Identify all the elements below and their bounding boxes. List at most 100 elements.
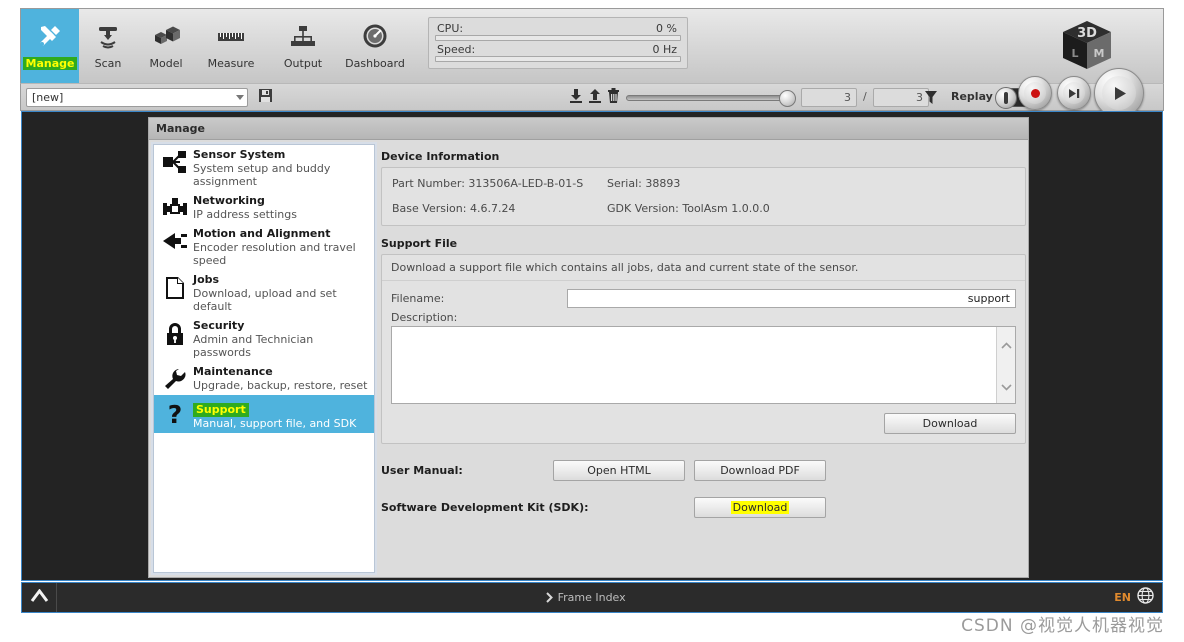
support-download-button[interactable]: Download xyxy=(884,413,1016,434)
frame-actions xyxy=(569,88,620,103)
cpu-gauge-label: CPU: xyxy=(437,22,464,35)
lock-icon xyxy=(160,319,190,359)
tab-manage[interactable]: Manage xyxy=(21,9,79,84)
svg-text:3D: 3D xyxy=(1077,26,1097,41)
step-forward-icon xyxy=(1063,82,1085,104)
replay-label: Replay xyxy=(951,90,993,103)
user-manual-row: User Manual: Open HTML Download PDF xyxy=(381,460,1026,481)
cpu-gauge-track xyxy=(435,35,681,41)
sidebar-item-support-sub: Manual, support file, and SDK xyxy=(193,417,357,430)
mode-tab-bar: Manage Scan Model Measure Output Dashboa… xyxy=(21,9,411,84)
filename-label: Filename: xyxy=(391,292,445,305)
network-plug-icon xyxy=(160,194,190,221)
gdk-version-label: GDK Version: xyxy=(607,202,679,215)
step-forward-button[interactable] xyxy=(1057,76,1091,110)
sdk-download-button-label: Download xyxy=(730,501,790,514)
sidebar-item-networking-sub: IP address settings xyxy=(193,208,297,221)
support-download-row: Download xyxy=(391,413,1016,434)
sidebar-item-text: Support Manual, support file, and SDK xyxy=(190,398,356,430)
chevron-down-icon[interactable] xyxy=(1000,376,1012,395)
user-manual-label: User Manual: xyxy=(381,464,463,477)
job-toolbar: [new] 3 / 3 Replay xyxy=(20,83,1164,111)
sdk-download-button[interactable]: Download xyxy=(694,497,826,518)
svg-text:M: M xyxy=(1094,47,1105,60)
sdk-label: Software Development Kit (SDK): xyxy=(381,501,589,514)
tab-scan-label: Scan xyxy=(94,57,122,70)
sidebar-item-text: Maintenance Upgrade, backup, restore, re… xyxy=(190,365,368,392)
gdk-version-value: ToolAsm 1.0.0.0 xyxy=(682,202,770,215)
application-window: Manage Scan Model Measure Output Dashboa… xyxy=(0,0,1184,642)
sidebar-item-support[interactable]: ? Support Manual, support file, and SDK xyxy=(154,395,374,433)
chevron-right-icon xyxy=(545,588,553,607)
support-file-heading: Support File xyxy=(381,237,458,250)
main-toolbar: Manage Scan Model Measure Output Dashboa… xyxy=(20,8,1164,84)
chevron-up-icon xyxy=(30,588,49,607)
lmi-3d-cube-logo: 3D L M xyxy=(1055,17,1119,77)
job-select[interactable]: [new] xyxy=(26,88,248,107)
serial-cell: Serial: 38893 xyxy=(607,177,1015,190)
language-selector[interactable]: EN xyxy=(1114,587,1162,608)
open-html-button[interactable]: Open HTML xyxy=(553,460,685,481)
sidebar-item-networking-label: Networking xyxy=(193,194,265,207)
sidebar-item-jobs[interactable]: Jobs Download, upload and set default xyxy=(154,270,374,316)
save-job-button[interactable] xyxy=(255,87,275,107)
funnel-icon[interactable] xyxy=(924,90,938,109)
frame-index-label: Frame Index xyxy=(557,591,626,604)
frame-current-field[interactable]: 3 xyxy=(801,88,857,107)
part-number-cell: Part Number: 313506A-LED-B-01-S xyxy=(392,177,607,190)
tab-measure-label: Measure xyxy=(207,57,255,70)
wrench-icon xyxy=(160,365,190,392)
sidebar-item-text: Jobs Download, upload and set default xyxy=(190,273,370,313)
sidebar-item-jobs-label: Jobs xyxy=(193,273,220,286)
sidebar-item-motion-alignment[interactable]: Motion and Alignment Encoder resolution … xyxy=(154,224,374,270)
chevron-up-icon[interactable] xyxy=(1000,335,1012,354)
sidebar-item-networking[interactable]: Networking IP address settings xyxy=(154,191,374,224)
description-textarea[interactable] xyxy=(391,326,1016,404)
scanner-icon xyxy=(93,17,123,55)
description-scrollbar[interactable] xyxy=(996,327,1015,403)
sidebar-item-text: Networking IP address settings xyxy=(190,194,297,221)
tab-dashboard-label: Dashboard xyxy=(345,57,405,70)
tab-scan[interactable]: Scan xyxy=(79,9,137,84)
sidebar-item-maintenance[interactable]: Maintenance Upgrade, backup, restore, re… xyxy=(154,362,374,395)
tab-model-label: Model xyxy=(149,57,183,70)
frame-total-field[interactable]: 3 xyxy=(873,88,929,107)
tab-dashboard[interactable]: Dashboard xyxy=(339,9,411,84)
sidebar-item-text: Security Admin and Technician passwords xyxy=(190,319,370,359)
share-nodes-icon xyxy=(160,148,190,188)
globe-icon xyxy=(1137,587,1154,608)
gdk-version-cell: GDK Version: ToolAsm 1.0.0.0 xyxy=(607,202,1015,215)
download-pdf-button[interactable]: Download PDF xyxy=(694,460,826,481)
expand-panel-button[interactable] xyxy=(22,588,56,607)
system-gauges: CPU: 0 % Speed: 0 Hz xyxy=(428,17,688,69)
svg-text:L: L xyxy=(1071,47,1078,60)
frame-slider[interactable] xyxy=(626,90,796,107)
network-tree-icon xyxy=(287,17,319,55)
panel-title: Manage xyxy=(149,118,1028,140)
record-button[interactable] xyxy=(1018,76,1052,110)
tab-model[interactable]: Model xyxy=(137,9,195,84)
tab-output[interactable]: Output xyxy=(267,9,339,84)
sidebar-item-maintenance-sub: Upgrade, backup, restore, reset xyxy=(193,379,368,392)
sidebar-item-security[interactable]: Security Admin and Technician passwords xyxy=(154,316,374,362)
part-number-label: Part Number: xyxy=(392,177,465,190)
filename-input[interactable]: support xyxy=(567,289,1016,308)
sidebar-item-sensor-system[interactable]: Sensor System System setup and buddy ass… xyxy=(154,145,374,191)
device-info-row: Part Number: 313506A-LED-B-01-S Serial: … xyxy=(392,177,1015,190)
cpu-gauge-value: 0 % xyxy=(656,22,677,35)
download-icon[interactable] xyxy=(569,88,583,103)
frame-index-toggle[interactable]: Frame Index xyxy=(545,588,626,607)
device-info-row: Base Version: 4.6.7.24 GDK Version: Tool… xyxy=(392,202,1015,215)
upload-icon[interactable] xyxy=(588,88,602,103)
support-file-description: Download a support file which contains a… xyxy=(382,255,1025,281)
tab-output-label: Output xyxy=(283,57,323,70)
play-icon xyxy=(1102,76,1136,110)
arrow-left-plug-icon xyxy=(160,227,190,267)
job-select-value: [new] xyxy=(32,91,64,104)
tab-measure[interactable]: Measure xyxy=(195,9,267,84)
trash-icon[interactable] xyxy=(607,88,620,103)
status-bar: Frame Index EN xyxy=(21,582,1163,613)
sidebar-item-security-sub: Admin and Technician passwords xyxy=(193,333,314,359)
speed-gauge-track xyxy=(435,56,681,62)
frame-slider-knob[interactable] xyxy=(779,90,796,107)
